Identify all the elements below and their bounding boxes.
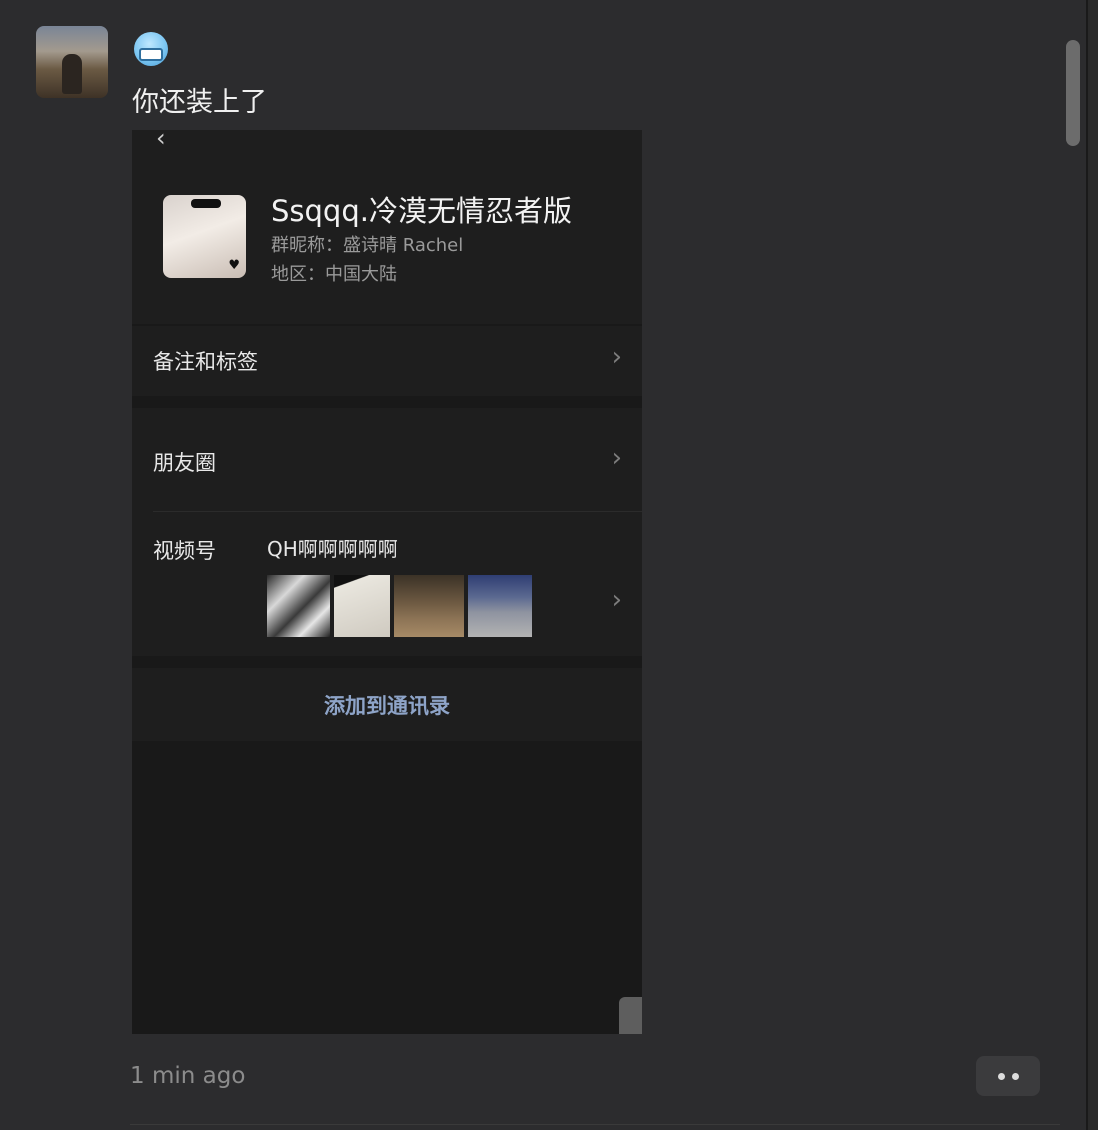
heart-icon: ♥ — [228, 258, 240, 273]
dot-icon — [1011, 1072, 1019, 1080]
contact-name: Ssqqq.冷漠无情忍者版 — [271, 194, 572, 228]
divider — [130, 1124, 1060, 1125]
channel-thumbnail — [334, 575, 390, 637]
adjacent-panel-edge — [1088, 0, 1098, 1130]
remarks-row: 备注和标签 › — [132, 326, 642, 396]
contact-avatar: ♥ — [163, 195, 246, 278]
chevron-right-icon: › — [611, 585, 622, 615]
floating-tab — [619, 997, 642, 1034]
avatar-figure — [62, 54, 82, 94]
cold-face-emoji-icon — [134, 32, 168, 66]
channel-thumbnail — [267, 575, 330, 637]
dot-icon — [997, 1072, 1005, 1080]
chevron-right-icon: › — [611, 342, 622, 372]
region: 地区：中国大陆 — [271, 264, 397, 285]
chevron-right-icon: › — [611, 443, 622, 473]
moments-row: 朋友圈 › — [132, 408, 642, 511]
add-contact-row: 添加到通讯录 — [132, 668, 642, 741]
channel-thumbnail — [468, 575, 532, 637]
back-chevron-icon: ‹ — [156, 130, 166, 152]
remarks-label: 备注和标签 — [153, 350, 258, 374]
add-to-contacts-button: 添加到通讯录 — [324, 694, 450, 718]
channel-thumbnail — [394, 575, 464, 637]
sender-avatar[interactable] — [36, 26, 108, 98]
channel-name: QH啊啊啊啊啊 — [267, 537, 398, 561]
message-timestamp: 1 min ago — [130, 1063, 246, 1089]
channels-row: 视频号 QH啊啊啊啊啊 › — [132, 511, 642, 656]
group-nickname: 群昵称：盛诗晴 Rachel — [271, 235, 464, 256]
moments-label: 朋友圈 — [153, 451, 216, 475]
profile-card: ‹ ♥ Ssqqq.冷漠无情忍者版 群昵称：盛诗晴 Rachel 地区：中国大陆 — [132, 130, 642, 324]
channels-label: 视频号 — [153, 539, 216, 563]
scrollbar-thumb[interactable] — [1066, 40, 1080, 146]
shared-screenshot[interactable]: ‹ ♥ Ssqqq.冷漠无情忍者版 群昵称：盛诗晴 Rachel 地区：中国大陆… — [132, 130, 642, 1034]
more-options-button[interactable] — [976, 1056, 1040, 1096]
message-text: 你还装上了 — [132, 87, 267, 118]
